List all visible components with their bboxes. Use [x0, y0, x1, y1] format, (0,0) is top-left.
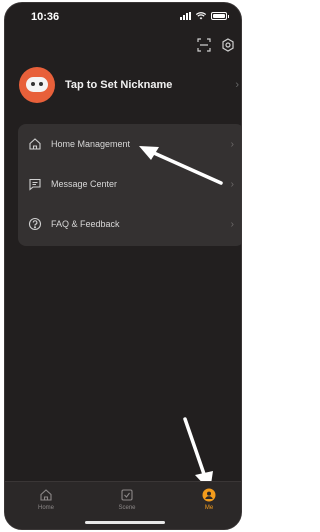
status-time: 10:36 [31, 11, 60, 23]
status-bar: 10:36 [5, 3, 241, 33]
tab-label: Me [204, 505, 214, 511]
tab-home[interactable]: Home [21, 488, 71, 511]
tab-label: Scene [118, 505, 136, 511]
profile-row[interactable]: Tap to Set Nickname › [19, 66, 239, 104]
chevron-right-icon: › [230, 138, 234, 150]
tab-label: Home [37, 505, 54, 511]
battery-icon [211, 12, 229, 20]
signal-icon [180, 12, 191, 20]
menu-item-message-center[interactable]: Message Center › [18, 164, 241, 204]
menu-item-label: Message Center [51, 179, 118, 189]
tab-bar: Home Scene Me [5, 481, 241, 529]
scan-icon[interactable] [197, 38, 211, 52]
chevron-right-icon: › [230, 178, 234, 190]
chevron-right-icon: › [235, 79, 239, 91]
menu-item-faq-feedback[interactable]: FAQ & Feedback › [18, 204, 241, 244]
menu-item-home-management[interactable]: Home Management › [18, 124, 241, 164]
avatar[interactable] [19, 67, 55, 103]
wifi-icon [196, 12, 206, 20]
help-icon [28, 217, 42, 231]
settings-gear-icon[interactable] [221, 38, 235, 52]
menu-item-label: FAQ & Feedback [51, 219, 120, 229]
chevron-right-icon: › [230, 218, 234, 230]
tab-me[interactable]: Me [184, 488, 234, 511]
menu-item-label: Home Management [51, 139, 131, 149]
app-screen: 10:36 Tap to Set Nickname › Home Managem… [4, 2, 242, 530]
message-icon [29, 178, 41, 191]
home-icon [40, 489, 52, 501]
home-indicator [85, 521, 165, 524]
menu-card: Home Management › Message Center › FAQ &… [18, 124, 241, 246]
tab-scene[interactable]: Scene [102, 488, 152, 511]
top-actions [197, 38, 235, 52]
robot-face-icon [26, 77, 48, 92]
nickname-label[interactable]: Tap to Set Nickname [65, 79, 235, 91]
status-icons [180, 12, 229, 20]
scene-icon [121, 489, 133, 501]
user-icon [202, 488, 216, 502]
home-icon [29, 138, 41, 150]
